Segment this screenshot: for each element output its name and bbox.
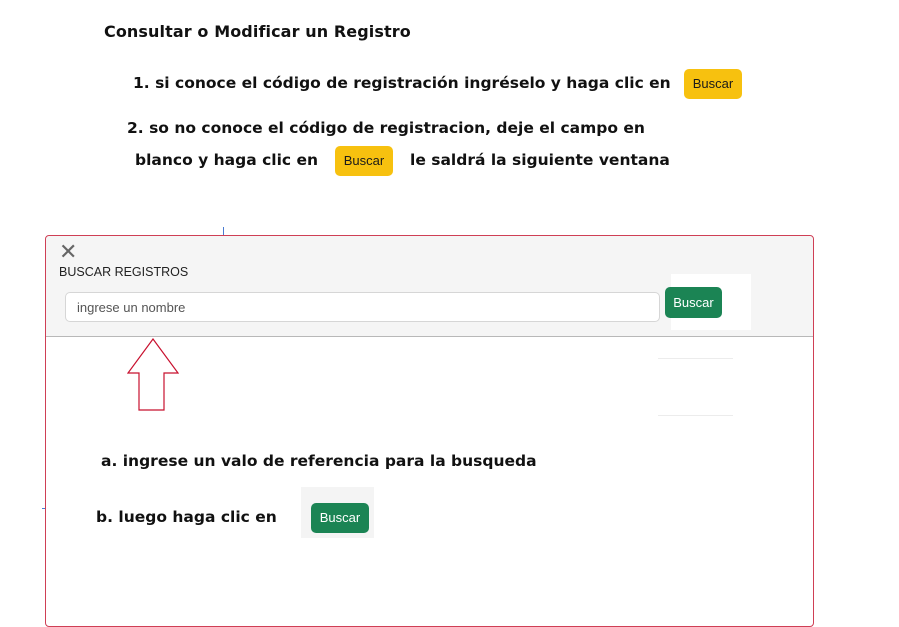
instruction-step-2-line-1: 2. so no conoce el código de registracio… <box>127 119 645 137</box>
search-dialog: ✕ BUSCAR REGISTROS Buscar <box>45 235 814 627</box>
instruction-step-1: 1. si conoce el código de registración i… <box>133 74 671 92</box>
annotation-step-b: b. luego haga clic en <box>96 508 277 526</box>
search-input[interactable] <box>65 292 660 322</box>
instruction-step-2-line-2a: blanco y haga clic en <box>135 151 319 169</box>
buscar-button-example-3[interactable]: Buscar <box>311 503 369 533</box>
screenshot-patch-2 <box>658 358 733 416</box>
up-arrow-icon <box>127 338 179 411</box>
page-title: Consultar o Modificar un Registro <box>104 22 411 41</box>
dialog-header: ✕ BUSCAR REGISTROS Buscar <box>46 236 813 337</box>
buscar-button-example-2[interactable]: Buscar <box>335 146 393 176</box>
instruction-step-2-line-2b: le saldrá la siguiente ventana <box>410 151 670 169</box>
dialog-title: BUSCAR REGISTROS <box>59 265 189 279</box>
divider-line <box>223 227 224 235</box>
search-button[interactable]: Buscar <box>665 287 722 318</box>
close-icon[interactable]: ✕ <box>59 242 77 264</box>
buscar-button-example-1[interactable]: Buscar <box>684 69 742 99</box>
annotation-step-a: a. ingrese un valo de referencia para la… <box>101 452 537 470</box>
